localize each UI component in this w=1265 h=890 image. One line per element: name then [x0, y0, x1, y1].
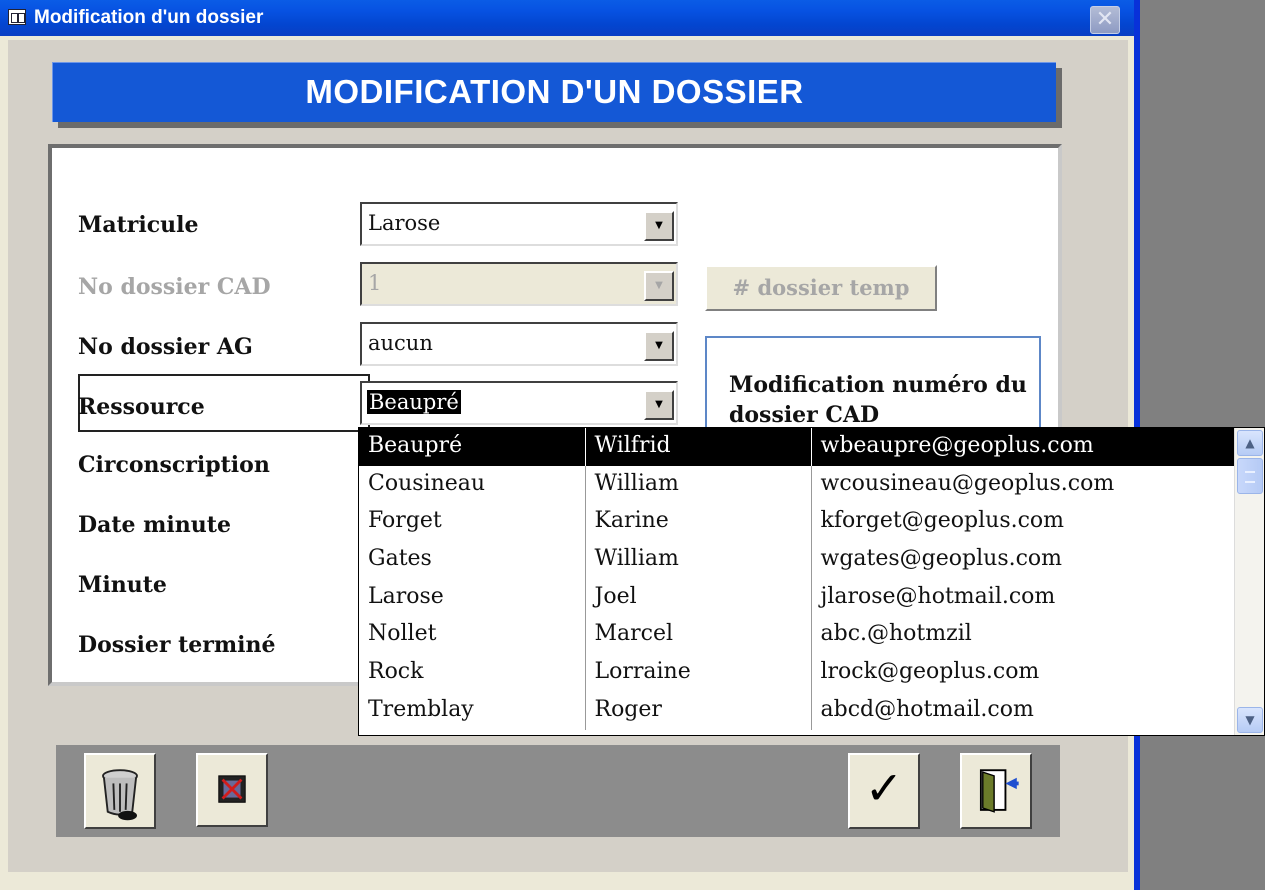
cell-last-name: Forget: [359, 503, 586, 542]
cell-email: kforget@geoplus.com: [820, 508, 1065, 534]
title-bar[interactable]: Modification d'un dossier ✕: [0, 0, 1134, 36]
cell-email: abcd@hotmail.com: [820, 696, 1034, 722]
ressource-combo[interactable]: Beaupré ▼: [360, 381, 678, 425]
delete-record-button[interactable]: [196, 753, 268, 827]
list-item[interactable]: Nollet Marcel abc.@hotmzil: [359, 616, 1235, 655]
list-item[interactable]: Rock Lorraine lrock@geoplus.com: [359, 654, 1235, 692]
list-item[interactable]: Larose Joel jlarose@hotmail.com: [359, 578, 1235, 617]
cell-last-name: Cousineau: [359, 465, 586, 504]
label-date-minute: Date minute: [78, 512, 231, 538]
cell-first-name: Joel: [585, 578, 812, 617]
cad-modification-text: Modification numéro du dossier CAD: [729, 372, 1027, 428]
no-dossier-ag-combo[interactable]: aucun ▼: [360, 322, 678, 366]
cell-first-name: Karine: [585, 503, 812, 542]
delete-button[interactable]: [84, 753, 156, 829]
cell-email: lrock@geoplus.com: [820, 659, 1040, 685]
checkmark-icon: ✓: [864, 761, 904, 815]
cell-first-name: Roger: [585, 691, 812, 730]
window-title: Modification d'un dossier: [34, 7, 264, 28]
list-item[interactable]: Cousineau William wcousineau@geoplus.com: [359, 465, 1235, 504]
cell-first-name: Lorraine: [585, 654, 812, 692]
cell-email: wbeaupre@geoplus.com: [811, 428, 1235, 466]
no-dossier-cad-combo: 1 ▼: [360, 262, 678, 306]
cell-last-name: Tremblay: [359, 691, 586, 730]
matricule-combo[interactable]: Larose ▼: [360, 202, 678, 246]
chevron-down-icon[interactable]: ▼: [644, 390, 674, 420]
cell-first-name: William: [585, 541, 812, 579]
cell-email: jlarose@hotmail.com: [820, 583, 1056, 609]
scroll-up-icon[interactable]: ▲: [1237, 430, 1263, 456]
list-item[interactable]: Forget Karine kforget@geoplus.com: [359, 503, 1235, 542]
trash-icon: [102, 769, 138, 821]
cell-last-name: Rock: [359, 654, 586, 692]
exit-button[interactable]: [960, 753, 1032, 829]
ressource-value[interactable]: Beaupré: [367, 390, 461, 414]
scrollbar-thumb[interactable]: [1237, 458, 1263, 494]
list-item[interactable]: Tremblay Roger abcd@hotmail.com: [359, 691, 1235, 730]
chevron-down-icon[interactable]: ▼: [644, 331, 674, 361]
dossier-temp-button: # dossier temp: [705, 265, 937, 311]
chevron-down-icon[interactable]: ▼: [644, 211, 674, 241]
label-no-dossier-ag: No dossier AG: [78, 334, 253, 360]
cell-first-name: Wilfrid: [585, 428, 812, 466]
list-item[interactable]: Gates William wgates@geoplus.com: [359, 541, 1235, 579]
list-item[interactable]: Beaupré Wilfrid wbeaupre@geoplus.com: [359, 428, 1235, 466]
cell-email: abc.@hotmzil: [820, 621, 972, 647]
label-minute: Minute: [78, 572, 167, 598]
ressource-dropdown-list[interactable]: Beaupré Wilfrid wbeaupre@geoplus.com Cousin…: [358, 427, 1265, 736]
no-dossier-ag-value: aucun: [368, 331, 433, 355]
form-icon: [8, 9, 26, 25]
dropdown-scrollbar[interactable]: ▲ ▼: [1234, 428, 1264, 735]
cell-first-name: William: [585, 465, 812, 504]
label-matricule: Matricule: [78, 212, 199, 238]
cell-last-name: Nollet: [359, 616, 586, 655]
page-title: MODIFICATION D'UN DOSSIER: [52, 62, 1056, 122]
cell-email: wgates@geoplus.com: [820, 546, 1063, 572]
ressource-table: Beaupré Wilfrid wbeaupre@geoplus.com Cousin…: [359, 428, 1235, 730]
cell-last-name: Gates: [359, 541, 586, 579]
scroll-down-icon[interactable]: ▼: [1237, 707, 1263, 733]
label-no-dossier-cad: No dossier CAD: [78, 274, 271, 300]
matricule-value: Larose: [368, 211, 441, 235]
cell-last-name: Larose: [359, 578, 586, 617]
cell-email: wcousineau@geoplus.com: [820, 470, 1115, 496]
label-dossier-termine: Dossier terminé: [78, 632, 276, 658]
close-button[interactable]: ✕: [1090, 6, 1120, 34]
exit-door-icon: [979, 769, 1019, 813]
delete-record-icon: [218, 775, 246, 803]
cell-first-name: Marcel: [585, 616, 812, 655]
chevron-down-icon: ▼: [644, 271, 674, 301]
no-dossier-cad-value: 1: [368, 271, 382, 295]
label-circonscription: Circonscription: [78, 452, 270, 478]
validate-button[interactable]: ✓: [848, 753, 920, 829]
label-ressource: Ressource: [78, 394, 205, 420]
cell-last-name: Beaupré: [359, 428, 586, 466]
